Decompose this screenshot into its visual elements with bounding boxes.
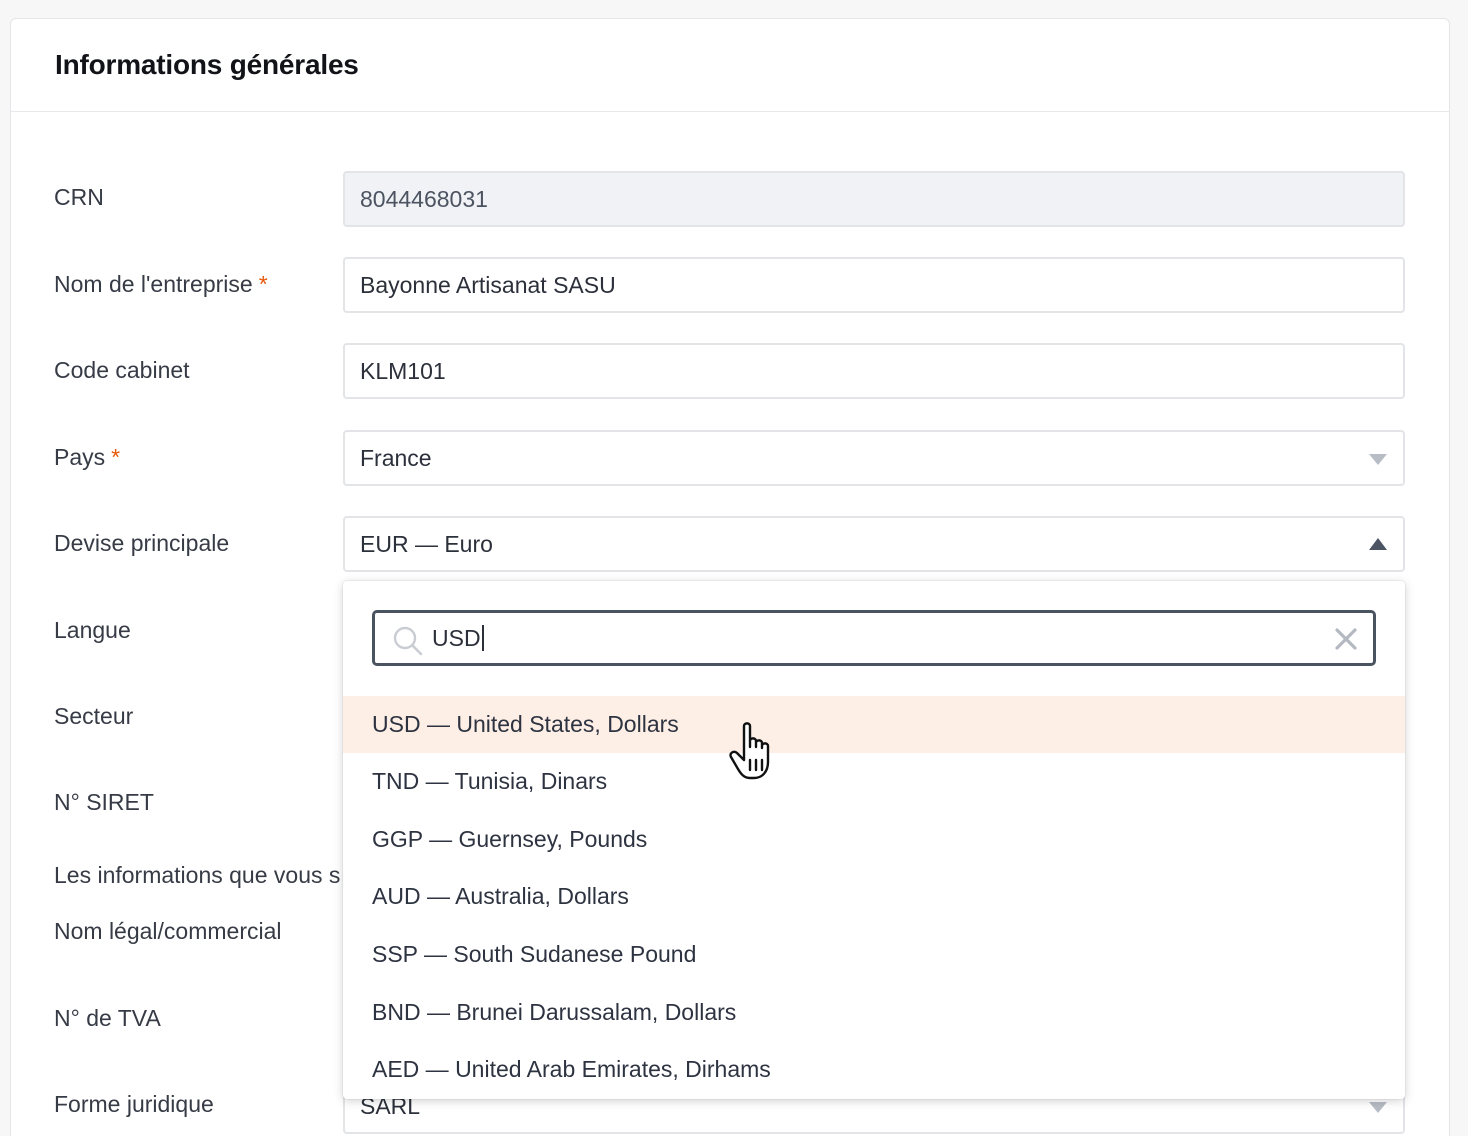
required-mark: * (258, 271, 268, 297)
option-label: USD — United States, Dollars (372, 711, 679, 737)
option-label: AED — United Arab Emirates, Dirhams (372, 1056, 771, 1082)
currency-label: Devise principale (54, 530, 230, 556)
required-mark: * (111, 444, 121, 470)
option-label: TND — Tunisia, Dinars (372, 768, 608, 794)
option-label: BND — Brunei Darussalam, Dollars (372, 999, 737, 1025)
currency-value: EUR — Euro (360, 530, 493, 557)
firm-code-input[interactable]: KLM101 (343, 343, 1405, 399)
company-name-value: Bayonne Artisanat SASU (360, 271, 616, 298)
card-header: Informations générales (11, 19, 1449, 112)
company-name-label-text: Nom de l'entreprise (54, 271, 253, 297)
language-label: Langue (54, 617, 131, 643)
hand-pointer-icon (729, 722, 770, 780)
search-value: USD (432, 625, 484, 652)
country-label-text: Pays (54, 444, 106, 470)
currency-option[interactable]: USD — United States, Dollars (343, 696, 1405, 753)
company-name-input[interactable]: Bayonne Artisanat SASU (343, 257, 1405, 313)
card-title: Informations générales (55, 49, 359, 80)
crn-input: 8044468031 (343, 171, 1405, 227)
currency-dropdown: USD USD — United States, Dollars TND — T… (343, 581, 1405, 1099)
chevron-down-icon (1369, 1102, 1387, 1113)
country-label: Pays * (54, 444, 120, 471)
firm-code-label: Code cabinet (54, 357, 190, 383)
search-text: USD (432, 625, 481, 651)
legal-name-label: Nom légal/commercial (54, 918, 282, 944)
currency-option[interactable]: AUD — Australia, Dollars (343, 868, 1405, 925)
currency-option[interactable]: SSP — South Sudanese Pound (343, 926, 1405, 983)
legal-form-label: Forme juridique (54, 1091, 214, 1117)
vat-label: N° de TVA (54, 1005, 161, 1031)
currency-option[interactable]: GGP — Guernsey, Pounds (343, 811, 1405, 868)
siret-label: N° SIRET (54, 789, 154, 815)
crn-value: 8044468031 (360, 185, 488, 212)
currency-option[interactable]: BND — Brunei Darussalam, Dollars (343, 984, 1405, 1041)
currency-option[interactable]: TND — Tunisia, Dinars (343, 753, 1405, 810)
crn-label: CRN (54, 184, 104, 210)
country-select[interactable]: France (343, 430, 1405, 486)
chevron-down-icon (1369, 454, 1387, 465)
text-caret (481, 625, 484, 651)
option-label: GGP — Guernsey, Pounds (372, 826, 648, 852)
country-value: France (360, 444, 432, 471)
sector-label: Secteur (54, 703, 134, 729)
currency-search-input[interactable]: USD (372, 610, 1376, 666)
chevron-up-icon (1369, 538, 1387, 550)
option-label: SSP — South Sudanese Pound (372, 941, 697, 967)
currency-option[interactable]: AED — United Arab Emirates, Dirhams (343, 1041, 1405, 1098)
search-icon (393, 626, 423, 656)
firm-code-value: KLM101 (360, 357, 446, 384)
currency-select[interactable]: EUR — Euro (343, 516, 1405, 572)
info-note-text: Les informations que vous s (54, 862, 341, 888)
company-name-label: Nom de l'entreprise * (54, 271, 268, 298)
option-label: AUD — Australia, Dollars (372, 883, 629, 909)
close-icon[interactable] (1333, 626, 1359, 652)
